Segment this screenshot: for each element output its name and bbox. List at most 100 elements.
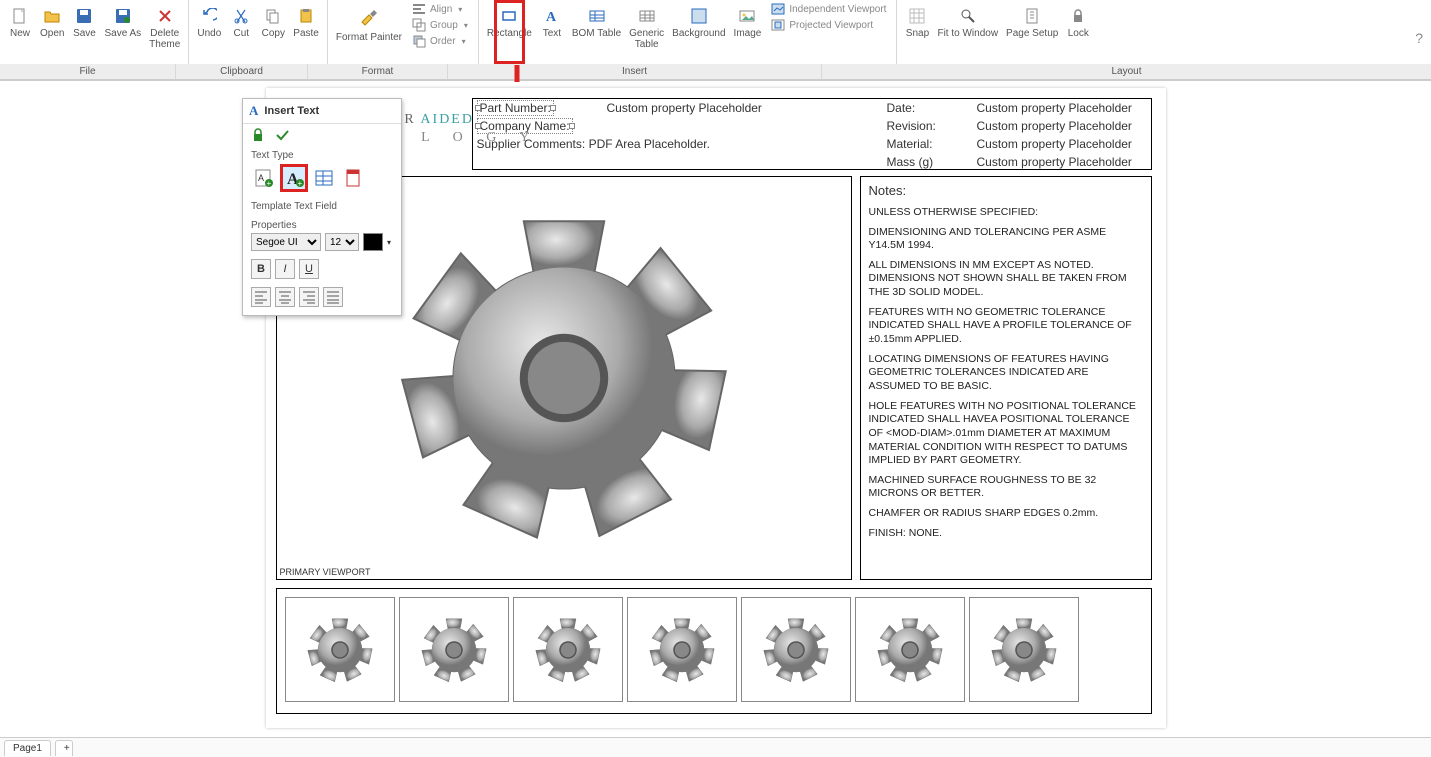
order-menu[interactable]: Order bbox=[412, 34, 468, 48]
viewport-label: PRIMARY VIEWPORT bbox=[280, 567, 371, 577]
bold-button[interactable]: B bbox=[251, 259, 271, 279]
confirm-icon[interactable] bbox=[275, 128, 289, 142]
cut-icon bbox=[233, 8, 249, 24]
image-button[interactable]: Image bbox=[730, 2, 766, 41]
projected-viewport-button[interactable]: Projected Viewport bbox=[771, 18, 886, 32]
group-menu[interactable]: Group bbox=[412, 18, 468, 32]
text-type-label: Text Type bbox=[243, 146, 401, 161]
saveas-button[interactable]: Save As bbox=[100, 2, 145, 41]
thumb-2[interactable] bbox=[399, 597, 509, 702]
status-bar: Page1 + bbox=[0, 737, 1431, 757]
font-select[interactable]: Segoe UI bbox=[251, 233, 321, 251]
ribbon-group-labels: File Clipboard Format Insert Layout bbox=[0, 64, 1431, 80]
add-page-tab[interactable]: + bbox=[55, 740, 73, 756]
background-button[interactable]: Background bbox=[668, 2, 729, 41]
group-format: Format Painter Align Group Order bbox=[328, 0, 479, 64]
cut-button[interactable]: Cut bbox=[225, 2, 257, 41]
thumb-7[interactable] bbox=[969, 597, 1079, 702]
page-tab-1[interactable]: Page1 bbox=[4, 740, 51, 756]
snap-icon bbox=[909, 8, 925, 24]
save-button[interactable]: Save bbox=[68, 2, 100, 41]
delete-theme-button[interactable]: Delete Theme bbox=[145, 2, 184, 52]
text-type-plain[interactable]: A+ bbox=[281, 165, 307, 191]
revision-value: Custom property Placeholder bbox=[973, 117, 1153, 135]
fit-window-button[interactable]: Fit to Window bbox=[933, 2, 1002, 41]
align-right-button[interactable] bbox=[299, 287, 319, 307]
svg-text:A: A bbox=[546, 10, 557, 24]
part-number-field[interactable]: Part Number: bbox=[477, 100, 554, 116]
company-name-field[interactable]: Company Name: bbox=[477, 118, 573, 134]
group-file: New Open Save Save As Delete Theme bbox=[0, 0, 189, 64]
date-label: Date: bbox=[883, 99, 973, 117]
align-justify-button[interactable] bbox=[323, 287, 343, 307]
format-painter-button[interactable]: Format Painter bbox=[332, 2, 406, 45]
image-icon bbox=[739, 8, 755, 24]
page-setup-button[interactable]: Page Setup bbox=[1002, 2, 1062, 41]
supplier-label: Supplier Comments: bbox=[477, 137, 586, 151]
thumb-3[interactable] bbox=[513, 597, 623, 702]
insert-text-panel[interactable]: AInsert Text Text Type A+ A+ Template Te… bbox=[242, 98, 402, 316]
undo-button[interactable]: Undo bbox=[193, 2, 225, 41]
table-icon bbox=[639, 8, 655, 24]
copy-button[interactable]: Copy bbox=[257, 2, 289, 41]
align-left-button[interactable] bbox=[251, 287, 271, 307]
underline-button[interactable]: U bbox=[299, 259, 319, 279]
thumbnail-strip bbox=[276, 588, 1152, 714]
title-block: Part Number: Custom property Placeholder… bbox=[472, 98, 1152, 170]
new-icon bbox=[12, 8, 28, 24]
undo-icon bbox=[201, 8, 217, 24]
new-button[interactable]: New bbox=[4, 2, 36, 41]
copy-icon bbox=[265, 8, 281, 24]
properties-label: Properties bbox=[243, 216, 401, 231]
align-center-button[interactable] bbox=[275, 287, 295, 307]
size-select[interactable]: 12 bbox=[325, 233, 359, 251]
revision-label: Revision: bbox=[883, 117, 973, 135]
generic-table-button[interactable]: Generic Table bbox=[625, 2, 668, 52]
ribbon: New Open Save Save As Delete Theme Undo … bbox=[0, 0, 1431, 81]
text-a-icon: A bbox=[249, 103, 258, 119]
text-type-doc[interactable] bbox=[341, 165, 367, 191]
date-value: Custom property Placeholder bbox=[973, 99, 1153, 117]
group-layout: Snap Fit to Window Page Setup Lock bbox=[897, 0, 1098, 64]
color-picker[interactable] bbox=[363, 233, 383, 251]
bom-table-icon bbox=[589, 8, 605, 24]
save-icon bbox=[76, 8, 92, 24]
svg-text:A: A bbox=[258, 173, 264, 183]
text-type-note[interactable]: A+ bbox=[251, 165, 277, 191]
page-setup-icon bbox=[1024, 8, 1040, 24]
part-number-value: Custom property Placeholder bbox=[603, 99, 883, 117]
thumb-6[interactable] bbox=[855, 597, 965, 702]
independent-viewport-button[interactable]: Independent Viewport bbox=[771, 2, 886, 16]
viewport-icon bbox=[771, 2, 785, 16]
thumb-5[interactable] bbox=[741, 597, 851, 702]
drawing-canvas[interactable]: R R AIDEDR AIDED O L O G Y .logo-block{l… bbox=[0, 82, 1431, 737]
snap-button[interactable]: Snap bbox=[901, 2, 933, 41]
lock-button[interactable]: Lock bbox=[1062, 2, 1094, 41]
delete-icon bbox=[157, 8, 173, 24]
italic-button[interactable]: I bbox=[275, 259, 295, 279]
thumb-4[interactable] bbox=[627, 597, 737, 702]
open-button[interactable]: Open bbox=[36, 2, 68, 41]
group-icon bbox=[412, 18, 426, 32]
rectangle-icon bbox=[501, 8, 517, 24]
bom-table-button[interactable]: BOM Table bbox=[568, 2, 625, 41]
align-menu[interactable]: Align bbox=[412, 2, 468, 16]
fit-icon bbox=[960, 8, 976, 24]
text-type-table[interactable] bbox=[311, 165, 337, 191]
saveas-icon bbox=[115, 8, 131, 24]
group-insert: Rectangle AText BOM Table Generic Table … bbox=[479, 0, 898, 64]
svg-text:+: + bbox=[298, 179, 303, 188]
paste-button[interactable]: Paste bbox=[289, 2, 323, 41]
group-clipboard: Undo Cut Copy Paste bbox=[189, 0, 328, 64]
supplier-value: PDF Area Placeholder. bbox=[589, 137, 710, 151]
thumb-1[interactable] bbox=[285, 597, 395, 702]
material-label: Material: bbox=[883, 135, 973, 153]
mass-label: Mass (g) bbox=[883, 153, 973, 171]
panel-title: Insert Text bbox=[264, 105, 319, 117]
lock-icon[interactable] bbox=[251, 128, 265, 142]
text-button[interactable]: AText bbox=[536, 2, 568, 41]
material-value: Custom property Placeholder bbox=[973, 135, 1153, 153]
rectangle-button[interactable]: Rectangle bbox=[483, 2, 536, 41]
help-button[interactable]: ? bbox=[1415, 30, 1423, 46]
paste-icon bbox=[298, 8, 314, 24]
